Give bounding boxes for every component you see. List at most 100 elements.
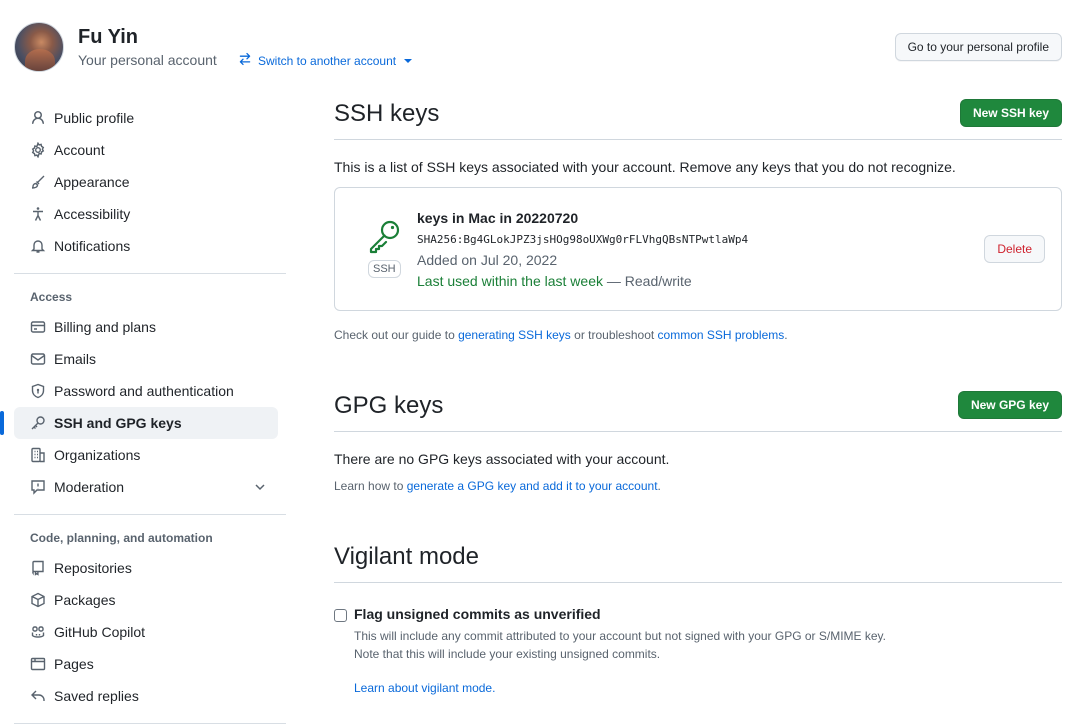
- switch-account-button[interactable]: Switch to another account: [238, 52, 413, 69]
- package-icon: [30, 592, 46, 608]
- vigilant-mode-title: Vigilant mode: [334, 543, 479, 570]
- sidebar-divider: [14, 273, 286, 274]
- ssh-keys-title: SSH keys: [334, 100, 440, 127]
- sidebar-item-label: Account: [54, 142, 105, 158]
- gear-icon: [30, 142, 46, 158]
- main-content: SSH keys New SSH key This is a list of S…: [334, 94, 1062, 703]
- sidebar-item-label: Emails: [54, 351, 97, 367]
- vigilant-description: This will include any commit attributed …: [354, 627, 886, 663]
- key-icon: [30, 415, 46, 431]
- gpg-description: There are no GPG keys associated with yo…: [334, 451, 670, 467]
- generate-gpg-key-link[interactable]: generate a GPG key and add it to your ac…: [407, 479, 658, 493]
- sidebar-item-accessibility[interactable]: Accessibility: [14, 198, 278, 230]
- ssh-badge: SSH: [368, 260, 401, 278]
- sidebar-divider: [14, 514, 286, 515]
- repo-icon: [30, 560, 46, 576]
- sidebar-item-label: Organizations: [54, 447, 141, 463]
- paintbrush-icon: [30, 174, 46, 190]
- flag-unsigned-label[interactable]: Flag unsigned commits as unverified: [354, 606, 601, 622]
- gpg-section-header: GPG keys New GPG key: [334, 386, 1062, 432]
- ssh-help-prefix: Check out our guide to: [334, 328, 459, 342]
- sidebar-item-label: Repositories: [54, 560, 132, 576]
- sidebar-item-label: SSH and GPG keys: [54, 415, 182, 431]
- bell-icon: [30, 238, 46, 254]
- sidebar-item-public-profile[interactable]: Public profile: [14, 102, 278, 134]
- gpg-keys-title: GPG keys: [334, 392, 444, 419]
- sidebar-item-label: Pages: [54, 656, 94, 672]
- settings-sidebar: Public profile Account Appearance Access…: [0, 102, 286, 724]
- ssh-help-middle: or troubleshoot: [570, 328, 658, 342]
- caret-down-icon: [404, 58, 413, 63]
- ssh-help-suffix: .: [784, 328, 788, 342]
- ssh-description: This is a list of SSH keys associated wi…: [334, 159, 956, 175]
- ssh-key-access: — Read/write: [603, 273, 692, 289]
- sidebar-item-label: Public profile: [54, 110, 135, 126]
- new-ssh-key-button[interactable]: New SSH key: [959, 99, 1062, 127]
- switch-account-label: Switch to another account: [258, 53, 397, 68]
- vigilant-desc-line: Note that this will include your existin…: [354, 647, 661, 661]
- sidebar-item-saved-replies[interactable]: Saved replies: [14, 680, 278, 712]
- sidebar-item-label: Billing and plans: [54, 319, 156, 335]
- vigilant-desc-line: This will include any commit attributed …: [354, 629, 887, 643]
- sidebar-item-emails[interactable]: Emails: [14, 343, 278, 375]
- generating-ssh-keys-link[interactable]: generating SSH keys: [458, 328, 571, 342]
- sidebar-item-label: GitHub Copilot: [54, 624, 146, 640]
- gpg-help-text: Learn how to generate a GPG key and add …: [334, 479, 1062, 493]
- ssh-key-usage: Last used within the last week — Read/wr…: [417, 273, 692, 289]
- reply-icon: [30, 688, 46, 704]
- mail-icon: [30, 351, 46, 367]
- sidebar-item-label: Accessibility: [54, 206, 131, 222]
- sidebar-item-copilot[interactable]: GitHub Copilot: [14, 616, 278, 648]
- organization-icon: [30, 447, 46, 463]
- sidebar-item-organizations[interactable]: Organizations: [14, 439, 278, 471]
- sidebar-item-appearance[interactable]: Appearance: [14, 166, 278, 198]
- sidebar-item-label: Notifications: [54, 238, 131, 254]
- person-icon: [30, 110, 46, 126]
- browser-icon: [30, 656, 46, 672]
- sidebar-item-packages[interactable]: Packages: [14, 584, 278, 616]
- sidebar-item-label: Saved replies: [54, 688, 139, 704]
- gpg-help-suffix: .: [657, 479, 661, 493]
- account-header: Fu Yin Your personal account Switch to a…: [14, 22, 1062, 74]
- vigilant-section-header: Vigilant mode: [334, 537, 1062, 583]
- user-name: Fu Yin: [78, 26, 138, 48]
- sidebar-item-account[interactable]: Account: [14, 134, 278, 166]
- ssh-help-text: Check out our guide to generating SSH ke…: [334, 328, 1062, 342]
- sidebar-item-label: Password and authentication: [54, 383, 234, 399]
- ssh-key-added-date: Added on Jul 20, 2022: [417, 252, 558, 268]
- sidebar-item-password[interactable]: Password and authentication: [14, 375, 278, 407]
- ssh-key-fingerprint: SHA256:Bg4GLokJPZ3jsHOg98oUXWg0rFLVhgQBs…: [417, 233, 749, 246]
- vigilant-option: Flag unsigned commits as unverified This…: [334, 603, 1062, 703]
- learn-vigilant-mode-link[interactable]: Learn about vigilant mode.: [354, 681, 495, 695]
- common-ssh-problems-link[interactable]: common SSH problems: [658, 328, 785, 342]
- sidebar-item-label: Appearance: [54, 174, 130, 190]
- delete-ssh-key-button[interactable]: Delete: [984, 235, 1045, 263]
- new-gpg-key-button[interactable]: New GPG key: [957, 391, 1062, 419]
- account-type-label: Your personal account: [78, 52, 217, 68]
- sidebar-item-billing[interactable]: Billing and plans: [14, 311, 278, 343]
- shield-lock-icon: [30, 383, 46, 399]
- sidebar-group-code: Code, planning, and automation: [30, 531, 213, 545]
- chevron-down-icon[interactable]: [252, 479, 268, 495]
- key-icon: [367, 218, 403, 254]
- report-icon: [30, 479, 46, 495]
- accessibility-icon: [30, 206, 46, 222]
- arrow-switch-icon: [238, 52, 252, 69]
- credit-card-icon: [30, 319, 46, 335]
- sidebar-item-label: Packages: [54, 592, 116, 608]
- sidebar-item-pages[interactable]: Pages: [14, 648, 278, 680]
- copilot-icon: [30, 624, 46, 640]
- sidebar-item-label: Moderation: [54, 479, 125, 495]
- avatar[interactable]: [14, 22, 64, 72]
- ssh-key-last-used: Last used within the last week: [417, 273, 603, 289]
- sidebar-item-notifications[interactable]: Notifications: [14, 230, 278, 262]
- sidebar-item-ssh-gpg-keys[interactable]: SSH and GPG keys: [0, 407, 278, 439]
- gpg-help-prefix: Learn how to: [334, 479, 407, 493]
- go-to-profile-button[interactable]: Go to your personal profile: [894, 33, 1062, 61]
- ssh-key-name: keys in Mac in 20220720: [417, 210, 579, 226]
- sidebar-item-repositories[interactable]: Repositories: [14, 552, 278, 584]
- ssh-section-header: SSH keys New SSH key: [334, 94, 1062, 140]
- flag-unsigned-checkbox[interactable]: [334, 609, 347, 622]
- sidebar-item-moderation[interactable]: Moderation: [14, 471, 278, 503]
- sidebar-group-access: Access: [30, 290, 73, 304]
